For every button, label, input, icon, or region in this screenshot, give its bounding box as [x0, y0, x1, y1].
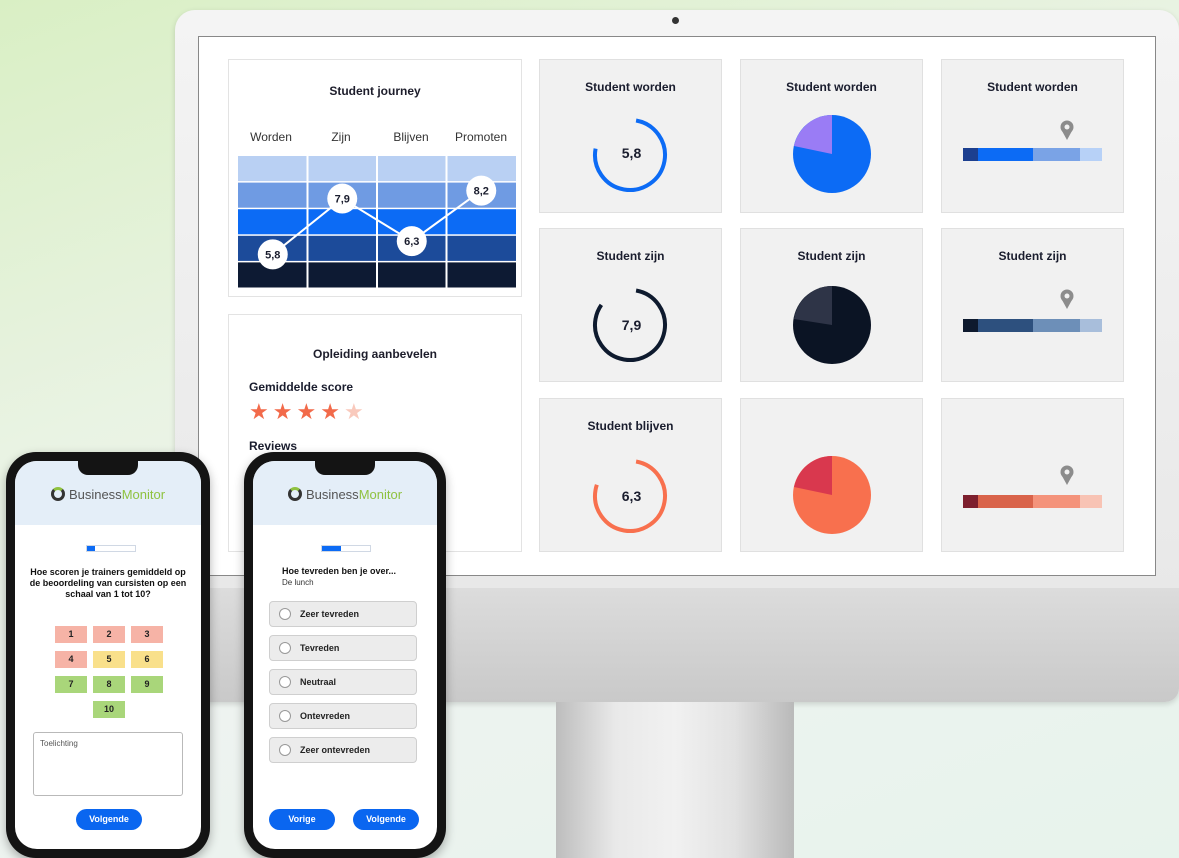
journey-point-label: 7,9 [335, 194, 350, 206]
journey-point-label: 5,8 [265, 249, 280, 261]
option-label: Tevreden [300, 643, 340, 653]
reviews-label: Reviews [249, 439, 298, 453]
tile-blijven-bar[interactable] [941, 398, 1124, 552]
logo-text: Business [68, 487, 122, 502]
phone-notch [315, 461, 375, 475]
radio-button[interactable] [279, 744, 291, 756]
column-divider [306, 156, 309, 289]
option-label: Ontevreden [300, 711, 351, 721]
star-icon: ★ [249, 399, 273, 424]
segmented-bar [963, 289, 1102, 332]
gauge-ring [593, 118, 667, 192]
score-option-8[interactable]: 8 [93, 676, 125, 693]
option-neutraal[interactable]: Neutraal [269, 669, 417, 695]
comment-placeholder: Toelichting [40, 739, 78, 748]
tile-blijven-score[interactable]: Student blijven 6,3 [539, 398, 722, 552]
logo-text-accent: Monitor [121, 487, 166, 502]
radio-button[interactable] [279, 710, 291, 722]
pie-chart [793, 456, 871, 534]
logo-ring-icon [287, 487, 302, 501]
journey-chart: 5,8 7,9 6,3 8,2 [238, 156, 516, 289]
tile-zijn-score[interactable]: Student zijn 7,9 [539, 228, 722, 382]
location-pin-icon [1060, 120, 1074, 140]
score-option-7[interactable]: 7 [55, 676, 87, 693]
journey-point-label: 8,2 [474, 186, 489, 198]
location-pin-icon [1060, 289, 1074, 309]
survey-question: Hoe scoren je trainers gemiddeld op de b… [29, 567, 187, 599]
logo-text-accent: Monitor [358, 487, 403, 502]
tile-worden-bar[interactable]: Student worden [941, 59, 1124, 213]
business-monitor-logo: BusinessMonitor [253, 487, 437, 502]
survey-progress [321, 545, 371, 552]
radio-button[interactable] [279, 642, 291, 654]
star-icon: ★ [272, 399, 297, 424]
star-icon: ★ [296, 399, 321, 424]
phone-notch [78, 461, 138, 475]
score-option-2[interactable]: 2 [93, 626, 125, 643]
score-option-3[interactable]: 3 [131, 626, 163, 643]
monitor-stand [556, 702, 794, 858]
tile-worden-score[interactable]: Student worden 5,8 [539, 59, 722, 213]
option-zeer-tevreden[interactable]: Zeer tevreden [269, 601, 417, 627]
survey-subject: De lunch [282, 578, 314, 587]
tile-zijn-bar[interactable]: Student zijn [941, 228, 1124, 382]
business-monitor-logo: BusinessMonitor [15, 487, 201, 502]
pie-chart [793, 286, 871, 364]
segmented-bar [963, 465, 1102, 508]
phone-screen: BusinessMonitor Hoe tevreden ben je over… [253, 461, 437, 849]
average-score-label: Gemiddelde score [249, 380, 354, 394]
student-journey-panel: Student journey Worden Zijn Blijven Prom… [228, 59, 522, 297]
panel-title: Opleiding aanbevelen [312, 347, 438, 361]
score-option-9[interactable]: 9 [131, 676, 163, 693]
journey-point-label: 6,3 [404, 236, 419, 248]
next-button[interactable]: Volgende [76, 809, 142, 830]
option-label: Zeer tevreden [300, 609, 360, 619]
score-option-4[interactable]: 4 [55, 651, 87, 668]
location-pin-icon [1060, 465, 1074, 485]
survey-progress [86, 545, 136, 552]
gauge-value: 5,8 [621, 145, 642, 161]
tile-blijven-pie[interactable] [740, 398, 923, 552]
star-empty-icon: ★ [343, 399, 368, 424]
gauge-ring [593, 459, 667, 533]
gauge-value: 6,3 [621, 488, 642, 504]
tile-worden-pie[interactable]: Student worden [740, 59, 923, 213]
phone-score-survey: BusinessMonitor Hoe scoren je trainers g… [6, 452, 210, 858]
previous-button[interactable]: Vorige [269, 809, 335, 830]
segmented-bar [963, 120, 1102, 161]
score-option-6[interactable]: 6 [131, 651, 163, 668]
gauge-ring [593, 288, 667, 362]
comment-field[interactable]: Toelichting [33, 732, 183, 796]
option-ontevreden[interactable]: Ontevreden [269, 703, 417, 729]
score-option-1[interactable]: 1 [55, 626, 87, 643]
phone-satisfaction-survey: BusinessMonitor Hoe tevreden ben je over… [244, 452, 446, 858]
pie-chart [793, 115, 871, 193]
phone-screen: BusinessMonitor Hoe scoren je trainers g… [15, 461, 201, 849]
survey-question: Hoe tevreden ben je over... [282, 566, 397, 576]
rating-stars: ★★★★★ [249, 399, 368, 425]
radio-button[interactable] [279, 608, 291, 620]
tile-zijn-pie[interactable]: Student zijn [740, 228, 923, 382]
next-button[interactable]: Volgende [353, 809, 419, 830]
logo-text: Business [305, 487, 359, 502]
camera [672, 17, 679, 24]
score-option-10[interactable]: 10 [93, 701, 125, 718]
column-divider [376, 156, 378, 289]
option-tevreden[interactable]: Tevreden [269, 635, 417, 661]
column-divider [445, 156, 448, 289]
logo-ring-icon [50, 487, 65, 501]
star-icon: ★ [320, 399, 344, 424]
score-option-5[interactable]: 5 [93, 651, 125, 668]
option-zeer-ontevreden[interactable]: Zeer ontevreden [269, 737, 417, 763]
radio-button[interactable] [279, 676, 291, 688]
option-label: Neutraal [300, 677, 337, 687]
option-label: Zeer ontevreden [300, 745, 371, 755]
gauge-value: 7,9 [621, 317, 642, 333]
